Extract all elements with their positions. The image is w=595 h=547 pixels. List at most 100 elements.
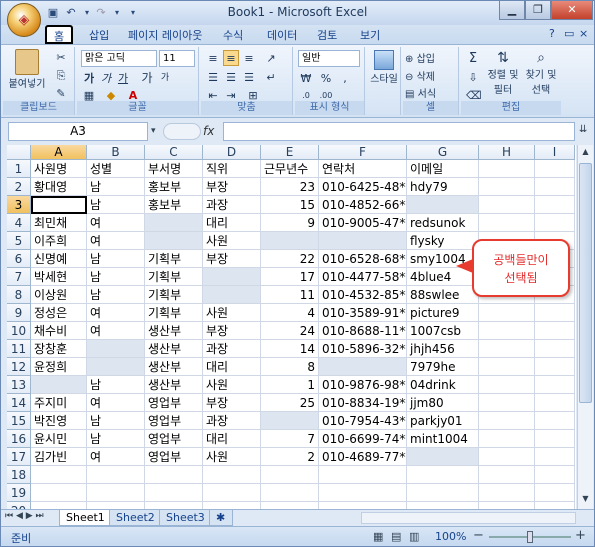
- table-cell[interactable]: 생산부: [145, 322, 203, 340]
- table-cell[interactable]: 사원명: [31, 160, 87, 178]
- row-header-7[interactable]: 7: [7, 268, 31, 286]
- tab-insert[interactable]: 삽입: [89, 27, 109, 43]
- table-cell[interactable]: 황대영: [31, 178, 87, 196]
- empty-cell[interactable]: [479, 466, 535, 484]
- view-normal-icon[interactable]: ▦: [373, 530, 383, 543]
- table-cell[interactable]: 남: [87, 286, 145, 304]
- column-header-d[interactable]: D: [203, 145, 261, 160]
- table-cell[interactable]: 010-8834-19**: [319, 394, 407, 412]
- align-top-icon[interactable]: ≡: [205, 50, 221, 66]
- table-cell[interactable]: 남: [87, 250, 145, 268]
- empty-cell[interactable]: [535, 340, 575, 358]
- row-header-4[interactable]: 4: [7, 214, 31, 232]
- table-cell[interactable]: picture9: [407, 304, 479, 322]
- table-cell[interactable]: 부장: [203, 394, 261, 412]
- percent-button[interactable]: %: [318, 70, 334, 86]
- close-button[interactable]: ✕: [551, 1, 593, 20]
- empty-cell[interactable]: [145, 466, 203, 484]
- active-cell[interactable]: [31, 196, 87, 214]
- empty-cell[interactable]: [535, 448, 575, 466]
- sheet-nav-icon[interactable]: ⏮ ◀ ▶ ⏭: [5, 511, 44, 521]
- table-cell[interactable]: 010-5896-32**: [319, 340, 407, 358]
- empty-cell[interactable]: [479, 160, 535, 178]
- row-header-14[interactable]: 14: [7, 394, 31, 412]
- format-cells-button[interactable]: ▤ 서식: [405, 85, 436, 100]
- new-sheet-icon[interactable]: ✱: [209, 510, 233, 526]
- empty-cell[interactable]: [479, 304, 535, 322]
- empty-cell[interactable]: [535, 502, 575, 509]
- table-cell[interactable]: jjm80: [407, 394, 479, 412]
- table-cell[interactable]: [203, 268, 261, 286]
- empty-cell[interactable]: [87, 484, 145, 502]
- select-all-corner[interactable]: [7, 145, 31, 160]
- table-cell[interactable]: 04drink: [407, 376, 479, 394]
- empty-cell[interactable]: [479, 322, 535, 340]
- table-cell[interactable]: [145, 232, 203, 250]
- table-cell[interactable]: 2: [261, 448, 319, 466]
- table-cell[interactable]: 여: [87, 394, 145, 412]
- fill-icon[interactable]: ⇩: [465, 69, 481, 85]
- table-cell[interactable]: 010-8688-11**: [319, 322, 407, 340]
- table-cell[interactable]: 과장: [203, 412, 261, 430]
- table-cell[interactable]: 24: [261, 322, 319, 340]
- scroll-up-icon[interactable]: ▲: [579, 147, 592, 160]
- empty-cell[interactable]: [261, 502, 319, 509]
- column-header-f[interactable]: F: [319, 145, 407, 160]
- tab-view[interactable]: 보기: [360, 27, 380, 43]
- formula-expand-icon[interactable]: [163, 123, 201, 140]
- table-cell[interactable]: flysky: [407, 232, 479, 250]
- empty-cell[interactable]: [479, 358, 535, 376]
- table-cell[interactable]: 22: [261, 250, 319, 268]
- table-cell[interactable]: 기획부: [145, 286, 203, 304]
- table-cell[interactable]: 여: [87, 322, 145, 340]
- empty-cell[interactable]: [479, 178, 535, 196]
- empty-cell[interactable]: [479, 394, 535, 412]
- empty-cell[interactable]: [479, 484, 535, 502]
- table-cell[interactable]: 기획부: [145, 250, 203, 268]
- table-cell[interactable]: 23: [261, 178, 319, 196]
- ribbon-minimize-icon[interactable]: ▭: [564, 27, 574, 40]
- table-cell[interactable]: 생산부: [145, 340, 203, 358]
- wrap-text-icon[interactable]: ↵: [263, 69, 279, 85]
- empty-cell[interactable]: [479, 448, 535, 466]
- shrink-font-button[interactable]: 가: [157, 70, 173, 86]
- table-cell[interactable]: 주지미: [31, 394, 87, 412]
- minimize-button[interactable]: ▁: [499, 1, 525, 20]
- empty-cell[interactable]: [319, 484, 407, 502]
- table-cell[interactable]: 7979he: [407, 358, 479, 376]
- sheet-tab-1[interactable]: Sheet1: [59, 510, 112, 526]
- table-cell[interactable]: 남: [87, 196, 145, 214]
- table-cell[interactable]: [31, 376, 87, 394]
- number-format-box[interactable]: 일반: [298, 50, 360, 67]
- table-cell[interactable]: 이메일: [407, 160, 479, 178]
- table-cell[interactable]: 남: [87, 178, 145, 196]
- table-cell[interactable]: 010-7954-43**: [319, 412, 407, 430]
- empty-cell[interactable]: [479, 412, 535, 430]
- empty-cell[interactable]: [203, 502, 261, 509]
- empty-cell[interactable]: [319, 466, 407, 484]
- insert-function-icon[interactable]: fx: [203, 124, 214, 138]
- font-size-box[interactable]: 11: [159, 50, 195, 67]
- table-cell[interactable]: 과장: [203, 196, 261, 214]
- row-header-9[interactable]: 9: [7, 304, 31, 322]
- empty-cell[interactable]: [87, 466, 145, 484]
- empty-cell[interactable]: [319, 502, 407, 509]
- zoom-in-button[interactable]: +: [575, 528, 586, 543]
- row-header-8[interactable]: 8: [7, 286, 31, 304]
- view-pagebreak-icon[interactable]: ▥: [409, 530, 419, 543]
- row-header-3[interactable]: 3: [7, 196, 31, 214]
- empty-cell[interactable]: [479, 430, 535, 448]
- sort-filter-button[interactable]: ⇅ 정렬 및 필터: [485, 50, 521, 96]
- empty-cell[interactable]: [145, 484, 203, 502]
- row-header-1[interactable]: 1: [7, 160, 31, 178]
- table-cell[interactable]: mint1004: [407, 430, 479, 448]
- table-cell[interactable]: 010-4532-85**: [319, 286, 407, 304]
- tab-data[interactable]: 데이터: [267, 27, 297, 43]
- empty-cell[interactable]: [535, 430, 575, 448]
- row-header-15[interactable]: 15: [7, 412, 31, 430]
- row-header-12[interactable]: 12: [7, 358, 31, 376]
- row-header-11[interactable]: 11: [7, 340, 31, 358]
- table-cell[interactable]: 기획부: [145, 304, 203, 322]
- table-cell[interactable]: 장창훈: [31, 340, 87, 358]
- table-cell[interactable]: 부장: [203, 322, 261, 340]
